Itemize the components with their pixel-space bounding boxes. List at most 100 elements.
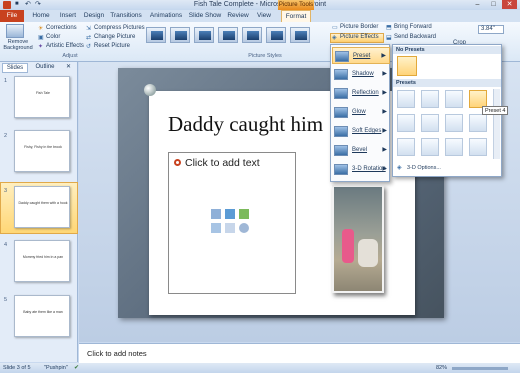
preset-7[interactable]: [445, 114, 463, 132]
preset-tooltip: Preset 4: [482, 106, 509, 115]
outline-tab[interactable]: Outline: [30, 63, 60, 73]
picture-tools-label: Picture Tools: [278, 0, 314, 10]
3d-options-link[interactable]: 3-D Options...: [407, 165, 441, 171]
send-backward-button[interactable]: Send Backward: [394, 34, 436, 40]
slide-title[interactable]: Daddy caught him: [168, 112, 323, 137]
undo-icon[interactable]: ↶: [25, 0, 31, 8]
preset-3[interactable]: [445, 90, 463, 108]
preset-2[interactable]: [421, 90, 439, 108]
menu-item-preset[interactable]: Preset ▶: [332, 47, 390, 64]
tab-view[interactable]: View: [254, 10, 274, 22]
reset-picture-button[interactable]: Reset Picture: [94, 43, 130, 49]
spelling-icon[interactable]: ✔: [74, 364, 79, 371]
chevron-right-icon: ▶: [382, 128, 387, 134]
insert-chart-icon[interactable]: [225, 209, 235, 219]
close-icon[interactable]: ✕: [502, 0, 517, 9]
glow-icon: [334, 107, 348, 118]
insert-smartart-icon[interactable]: [239, 209, 249, 219]
remove-background-button[interactable]: Remove Background: [2, 39, 34, 51]
notes-pane[interactable]: Click to add notes: [79, 343, 520, 363]
maximize-icon[interactable]: □: [486, 0, 501, 9]
style-thumb-4[interactable]: [218, 27, 238, 43]
zoom-level[interactable]: 82%: [436, 365, 447, 371]
content-placeholder-text: Click to add text: [185, 157, 260, 169]
soft-edges-icon: [334, 126, 348, 137]
preset-12[interactable]: [469, 138, 487, 156]
slide-thumbnail-2[interactable]: Fishy, Fishy in the brook: [14, 130, 70, 172]
thumbnail-number: 2: [4, 133, 8, 139]
selected-picture[interactable]: [332, 185, 384, 293]
style-thumb-2[interactable]: [170, 27, 190, 43]
preset-11[interactable]: [445, 138, 463, 156]
preset-icon: [335, 51, 349, 62]
style-thumb-3[interactable]: [194, 27, 214, 43]
insert-clip-art-icon[interactable]: [225, 223, 235, 233]
compress-pictures-button[interactable]: Compress Pictures: [94, 25, 145, 31]
color-icon: ▣: [38, 35, 44, 41]
slide-thumbnail-4[interactable]: Mommy fried him in a pan: [14, 240, 70, 282]
redo-icon[interactable]: ↷: [35, 0, 41, 8]
thumbnail-number: 5: [4, 297, 8, 303]
picture-styles-label: Picture Styles: [248, 53, 282, 59]
bring-forward-button[interactable]: Bring Forward: [394, 24, 432, 30]
shadow-icon: [334, 69, 348, 80]
picture-border-button[interactable]: Picture Border: [340, 24, 378, 30]
slide-thumbnail-3[interactable]: Daddy caught them with a hook: [14, 186, 70, 228]
file-tab[interactable]: File: [0, 10, 24, 22]
adjust-group-label: Adjust: [62, 53, 78, 59]
tab-format[interactable]: Format: [281, 10, 311, 22]
preset-5[interactable]: [397, 114, 415, 132]
insert-table-icon[interactable]: [211, 209, 221, 219]
height-field[interactable]: 3.84": [478, 25, 504, 34]
presets-header: Presets: [393, 79, 501, 87]
menu-item-glow[interactable]: Glow ▶: [332, 104, 390, 121]
tab-insert[interactable]: Insert: [56, 10, 80, 22]
slide-thumbnail-1[interactable]: Fish Tale: [14, 76, 70, 118]
close-pane-icon[interactable]: ✕: [66, 63, 71, 70]
content-placeholder[interactable]: Click to add text: [168, 152, 296, 294]
pushpin-icon: [144, 84, 156, 96]
picture-effects-button[interactable]: Picture Effects: [340, 34, 379, 40]
tab-design[interactable]: Design: [82, 10, 106, 22]
adult-figure: [358, 239, 378, 267]
menu-item-3d-rotation[interactable]: 3-D Rotation ▶: [332, 161, 390, 178]
menu-item-shadow[interactable]: Shadow ▶: [332, 66, 390, 83]
insert-picture-icon[interactable]: [211, 223, 221, 233]
compress-icon: ⇲: [86, 26, 92, 32]
change-picture-button[interactable]: Change Picture: [94, 34, 135, 40]
menu-item-reflection[interactable]: Reflection ▶: [332, 85, 390, 102]
tab-transitions[interactable]: Transitions: [108, 10, 144, 22]
corrections-button[interactable]: Corrections: [46, 25, 77, 31]
bevel-icon: [334, 145, 348, 156]
tab-home[interactable]: Home: [28, 10, 54, 22]
tab-review[interactable]: Review: [225, 10, 251, 22]
insert-content-icons: [211, 209, 257, 239]
tab-animations[interactable]: Animations: [147, 10, 185, 22]
chevron-right-icon: ▶: [382, 166, 387, 172]
no-preset-option[interactable]: [397, 56, 417, 76]
window-title: Fish Tale Complete - Microsoft PowerPoin…: [193, 1, 327, 8]
tab-slide-show[interactable]: Slide Show: [188, 10, 222, 22]
remove-background-icon[interactable]: [6, 24, 24, 38]
minimize-icon[interactable]: –: [470, 0, 485, 9]
style-thumb-6[interactable]: [266, 27, 286, 43]
style-thumb-1[interactable]: [146, 27, 166, 43]
save-icon[interactable]: ■: [15, 1, 19, 7]
insert-media-icon[interactable]: [239, 223, 249, 233]
slide-thumbnail-5[interactable]: Baby ate them like a man: [14, 295, 70, 337]
preset-8[interactable]: [469, 114, 487, 132]
preset-10[interactable]: [421, 138, 439, 156]
style-thumb-5[interactable]: [242, 27, 262, 43]
menu-item-soft-edges[interactable]: Soft Edges ▶: [332, 123, 390, 140]
artistic-effects-button[interactable]: Artistic Effects: [46, 43, 84, 49]
style-thumb-7[interactable]: [290, 27, 310, 43]
menu-item-bevel[interactable]: Bevel ▶: [332, 142, 390, 159]
color-button[interactable]: Color: [46, 34, 60, 40]
gallery-scrollbar[interactable]: [493, 89, 500, 159]
preset-9[interactable]: [397, 138, 415, 156]
preset-1[interactable]: [397, 90, 415, 108]
picture-border-icon: ▭: [332, 25, 338, 31]
zoom-slider[interactable]: [452, 367, 508, 370]
preset-6[interactable]: [421, 114, 439, 132]
slides-tab[interactable]: Slides: [2, 63, 28, 73]
